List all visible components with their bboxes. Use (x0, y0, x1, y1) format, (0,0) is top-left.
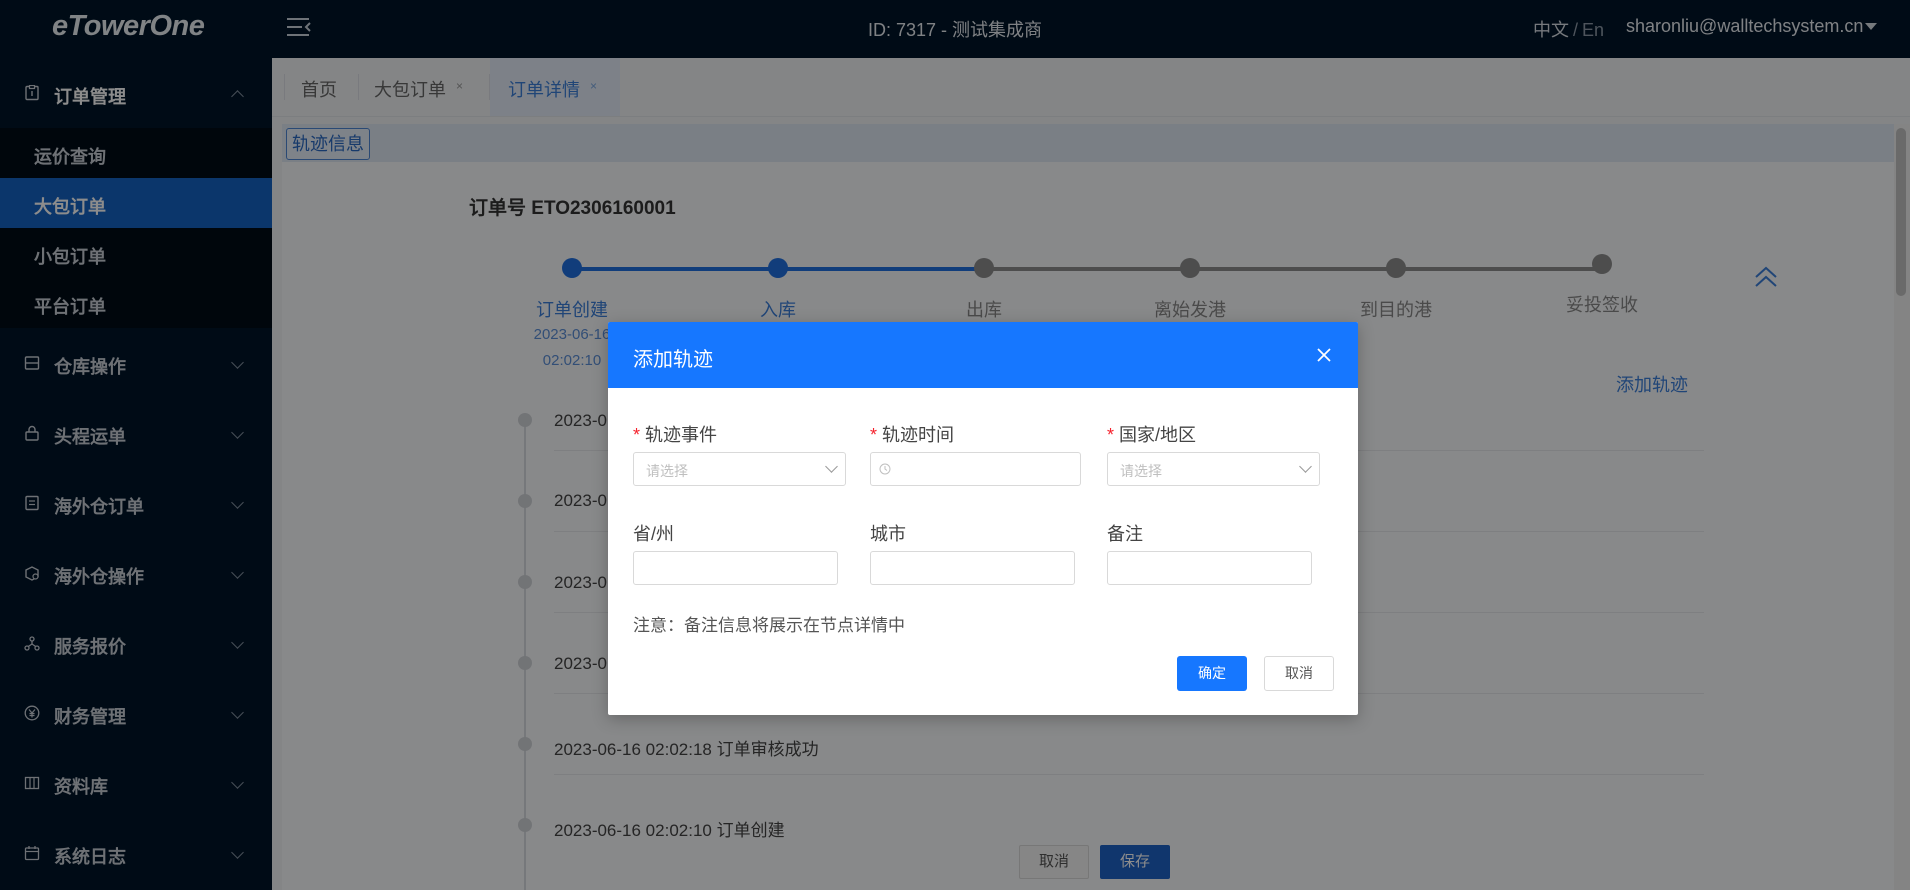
province-label: 省/州 (633, 524, 675, 544)
remark-label: 备注 (1107, 524, 1143, 544)
field-label-text: 国家/地区 (1119, 425, 1197, 445)
clock-icon (879, 463, 891, 475)
city-input[interactable] (870, 551, 1075, 585)
field-label-text: 轨迹时间 (882, 425, 955, 445)
province-input[interactable] (633, 551, 838, 585)
select-placeholder: 请选择 (1120, 463, 1162, 479)
add-track-dialog: 添加轨迹 * 轨迹事件 请选择 * 轨迹时间 * 国家/地区 请选择 省/州 城市 备… (608, 322, 1358, 715)
track-event-label: * 轨迹事件 (633, 421, 717, 447)
country-label: * 国家/地区 (1107, 421, 1196, 447)
track-time-picker[interactable] (870, 452, 1081, 486)
chevron-down-icon (825, 460, 838, 473)
confirm-button[interactable]: 确定 (1177, 656, 1247, 691)
required-mark: * (1107, 425, 1115, 445)
required-mark: * (870, 425, 878, 445)
dialog-title: 添加轨迹 (633, 349, 713, 371)
close-icon[interactable] (1315, 346, 1333, 364)
dialog-header: 添加轨迹 (608, 322, 1358, 388)
select-placeholder: 请选择 (646, 463, 688, 479)
track-time-label: * 轨迹时间 (870, 421, 954, 447)
country-select[interactable]: 请选择 (1107, 452, 1320, 486)
field-label-text: 轨迹事件 (645, 425, 718, 445)
chevron-down-icon (1299, 460, 1312, 473)
remark-note: 注意：备注信息将展示在节点详情中 (633, 616, 905, 635)
required-mark: * (633, 425, 641, 445)
dialog-cancel-button[interactable]: 取消 (1264, 656, 1334, 691)
city-label: 城市 (870, 524, 906, 544)
track-event-select[interactable]: 请选择 (633, 452, 846, 486)
remark-input[interactable] (1107, 551, 1312, 585)
